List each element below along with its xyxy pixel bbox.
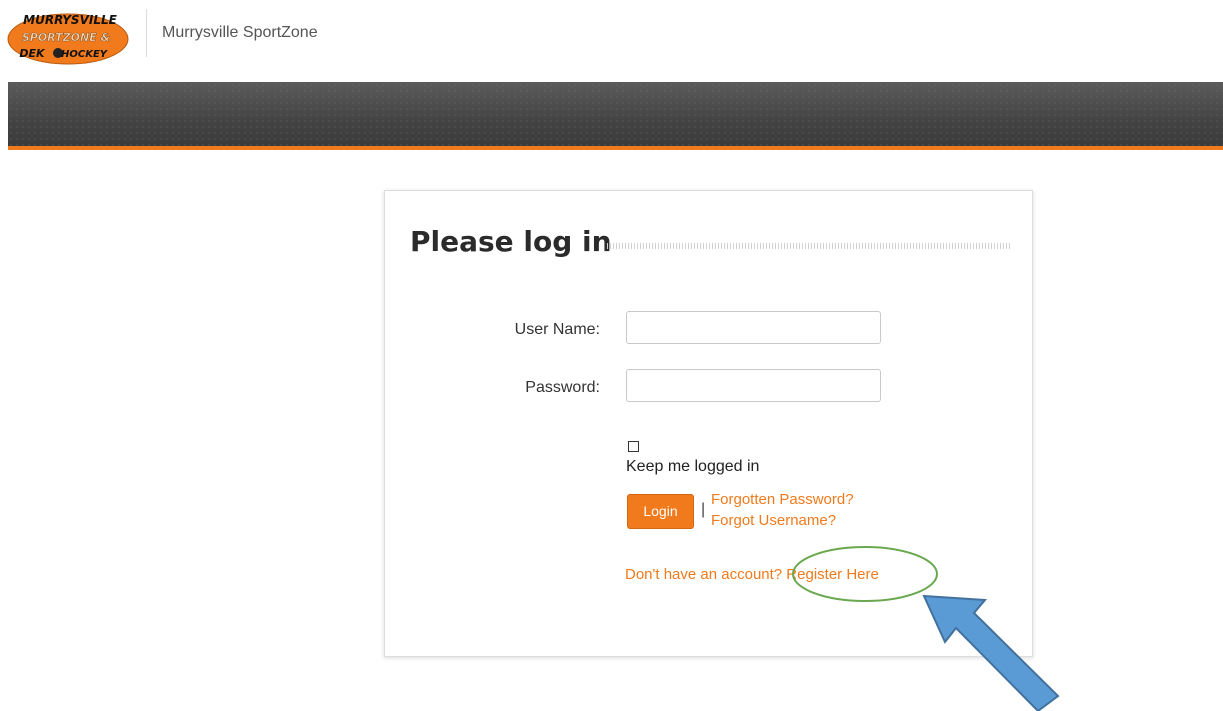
login-button[interactable]: Login: [627, 494, 694, 529]
navbar-texture: [8, 82, 1223, 146]
login-panel: Please log in User Name: Password: Keep …: [384, 190, 1033, 657]
forgot-username-link[interactable]: Forgot Username?: [711, 512, 836, 529]
keep-logged-in-checkbox[interactable]: [628, 441, 639, 452]
logo-text-line3a: DEK: [19, 47, 46, 60]
navigation-bar: [8, 82, 1223, 150]
username-input[interactable]: [626, 311, 881, 344]
logo-text-line1: MURRYSVILLE: [23, 13, 117, 27]
keep-logged-in-label: Keep me logged in: [626, 458, 760, 475]
username-label: User Name:: [514, 321, 600, 338]
header-divider: [146, 9, 147, 57]
link-separator: |: [701, 501, 706, 518]
logo-text-line3b: HOCKEY: [61, 49, 109, 60]
password-label: Password:: [525, 379, 600, 396]
register-link[interactable]: Don't have an account? Register Here: [625, 566, 879, 583]
password-input[interactable]: [626, 369, 881, 402]
title-decoration: [607, 243, 1011, 249]
logo-text-line2: SPORTZONE &: [22, 31, 110, 44]
forgotten-password-link[interactable]: Forgotten Password?: [711, 491, 854, 508]
site-logo[interactable]: MURRYSVILLE SPORTZONE & DEK HOCKEY: [6, 9, 134, 65]
page-title: Please log in: [410, 225, 612, 258]
site-name: Murrysville SportZone: [162, 24, 318, 41]
